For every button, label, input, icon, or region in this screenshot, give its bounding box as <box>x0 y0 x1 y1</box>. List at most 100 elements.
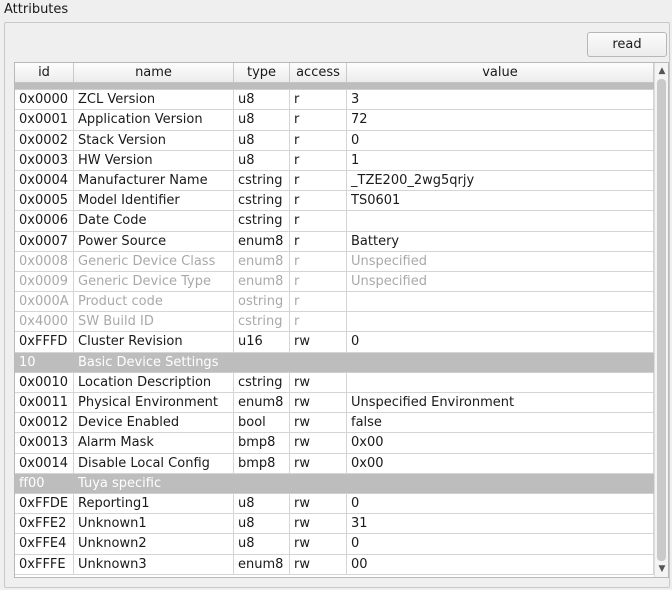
cell-type[interactable]: u8 <box>234 90 290 111</box>
cell-id[interactable]: 0x0004 <box>15 170 74 192</box>
cell-type[interactable]: enum8 <box>234 231 290 252</box>
cell-access[interactable]: r <box>290 292 347 313</box>
cell-id[interactable]: 0x0014 <box>15 453 74 474</box>
cell-value[interactable]: _TZE200_2wg5qrjy <box>347 170 654 192</box>
cell-name[interactable]: Disable Local Config <box>74 453 234 474</box>
table-row[interactable]: 0x0009 Generic Device Type enum8 r Unspecifi… <box>15 271 654 293</box>
table-row[interactable]: 0xFFFE Unknown3 enum8 rw 00 <box>15 554 654 575</box>
cell-type[interactable]: enum8 <box>234 393 290 414</box>
cell-type[interactable]: cstring <box>234 191 290 212</box>
cell-id[interactable]: 0x0000 <box>15 90 74 111</box>
cell-value[interactable]: 0 <box>347 130 654 151</box>
cell-type[interactable]: cstring <box>234 211 290 232</box>
cell-value[interactable]: 00 <box>347 554 654 575</box>
cell-id[interactable]: 0x0006 <box>15 211 74 232</box>
vertical-scrollbar[interactable]: ▲ ▼ <box>654 63 668 577</box>
cell-id[interactable]: 0x0012 <box>15 413 74 434</box>
cell-value[interactable]: 72 <box>347 110 654 131</box>
cell-id[interactable]: 0x0005 <box>15 191 74 212</box>
cell-id[interactable]: 0x0008 <box>15 251 74 272</box>
cell-value[interactable] <box>347 372 654 393</box>
table-row[interactable]: 0x4000 SW Build ID cstring r <box>15 312 654 333</box>
cell-name[interactable]: Stack Version <box>74 130 234 151</box>
table-row[interactable]: 0x0004 Manufacturer Name cstring r _TZE200_2… <box>15 170 654 192</box>
column-header-type[interactable]: type <box>234 63 290 82</box>
scrollbar-thumb[interactable] <box>657 79 666 561</box>
cell-access[interactable]: r <box>290 150 347 171</box>
cell-access[interactable]: rw <box>290 554 347 575</box>
scroll-down-arrow-icon[interactable]: ▼ <box>656 563 668 575</box>
cell-value[interactable]: 0x00 <box>347 433 654 454</box>
attributes-table[interactable]: id name type access value 0Basic Device … <box>14 62 669 578</box>
cell-value[interactable]: Battery <box>347 231 654 252</box>
cell-access[interactable]: rw <box>290 493 347 515</box>
cell-access[interactable]: r <box>290 251 347 272</box>
cell-id[interactable]: 0x0011 <box>15 393 74 414</box>
cell-value[interactable]: TS0601 <box>347 191 654 212</box>
cell-type[interactable]: cstring <box>234 170 290 192</box>
cell-id[interactable]: 0x0010 <box>15 372 74 393</box>
cell-name[interactable]: ZCL Version <box>74 90 234 111</box>
cell-id[interactable]: 0x000A <box>15 292 74 313</box>
cell-access[interactable]: rw <box>290 372 347 393</box>
table-row[interactable]: 0x000A Product code ostring r <box>15 292 654 313</box>
cell-name[interactable]: HW Version <box>74 150 234 171</box>
cell-value[interactable] <box>347 292 654 313</box>
cell-value[interactable]: 0 <box>347 534 654 555</box>
cell-name[interactable]: Application Version <box>74 110 234 131</box>
cell-value[interactable]: 0 <box>347 493 654 515</box>
table-row[interactable]: 0x0002 Stack Version u8 r 0 <box>15 130 654 151</box>
cell-id[interactable]: 0x0002 <box>15 130 74 151</box>
cell-value[interactable] <box>347 312 654 333</box>
table-row[interactable]: 0x0006 Date Code cstring r <box>15 211 654 232</box>
cell-access[interactable]: rw <box>290 534 347 555</box>
table-row[interactable]: 0x0008 Generic Device Class enum8 r Unspecif… <box>15 251 654 272</box>
cell-type[interactable]: u8 <box>234 150 290 171</box>
cell-type[interactable]: enum8 <box>234 271 290 293</box>
table-row[interactable]: 0x0007 Power Source enum8 r Battery <box>15 231 654 252</box>
cell-value[interactable]: 0 <box>347 332 654 353</box>
cell-access[interactable]: r <box>290 170 347 192</box>
cell-type[interactable]: u8 <box>234 110 290 131</box>
cell-value[interactable]: 31 <box>347 514 654 535</box>
table-row[interactable]: 0x0001 Application Version u8 r 72 <box>15 110 654 131</box>
cell-type[interactable]: u8 <box>234 130 290 151</box>
table-row[interactable]: 0xFFDE Reporting1 u8 rw 0 <box>15 493 654 515</box>
cell-access[interactable]: r <box>290 191 347 212</box>
cell-value[interactable]: Unspecified Environment <box>347 393 654 414</box>
cell-type[interactable]: bmp8 <box>234 453 290 474</box>
cell-access[interactable]: rw <box>290 453 347 474</box>
table-row[interactable]: 0x0000 ZCL Version u8 r 3 <box>15 90 654 111</box>
cell-name[interactable]: Reporting1 <box>74 493 234 515</box>
cell-name[interactable]: Unknown2 <box>74 534 234 555</box>
table-row[interactable]: 0xFFE2 Unknown1 u8 rw 31 <box>15 514 654 535</box>
cell-access[interactable]: r <box>290 130 347 151</box>
cell-access[interactable]: r <box>290 90 347 111</box>
cell-type[interactable]: u8 <box>234 514 290 535</box>
cell-value[interactable]: false <box>347 413 654 434</box>
read-button[interactable]: read <box>587 32 667 57</box>
cell-value[interactable]: 1 <box>347 150 654 171</box>
cell-access[interactable]: r <box>290 271 347 293</box>
cell-access[interactable]: rw <box>290 514 347 535</box>
table-row[interactable]: 0x0010 Location Description cstring rw <box>15 372 654 393</box>
cell-type[interactable]: bool <box>234 413 290 434</box>
cell-id[interactable]: 0xFFFE <box>15 554 74 575</box>
table-row[interactable]: 0xFFFD Cluster Revision u16 rw 0 <box>15 332 654 353</box>
cell-name[interactable]: Physical Environment <box>74 393 234 414</box>
cell-id[interactable]: 0x0003 <box>15 150 74 171</box>
cell-type[interactable]: cstring <box>234 312 290 333</box>
cell-value[interactable]: Unspecified <box>347 251 654 272</box>
cell-type[interactable]: enum8 <box>234 554 290 575</box>
cell-id[interactable]: 0xFFE2 <box>15 514 74 535</box>
cell-name[interactable]: Date Code <box>74 211 234 232</box>
cell-access[interactable]: rw <box>290 332 347 353</box>
cell-name[interactable]: Product code <box>74 292 234 313</box>
cell-name[interactable]: Power Source <box>74 231 234 252</box>
cell-access[interactable]: rw <box>290 393 347 414</box>
cell-type[interactable]: u8 <box>234 534 290 555</box>
cell-id[interactable]: 0x0009 <box>15 271 74 293</box>
cell-access[interactable]: rw <box>290 433 347 454</box>
cell-name[interactable]: Alarm Mask <box>74 433 234 454</box>
cell-value[interactable] <box>347 211 654 232</box>
